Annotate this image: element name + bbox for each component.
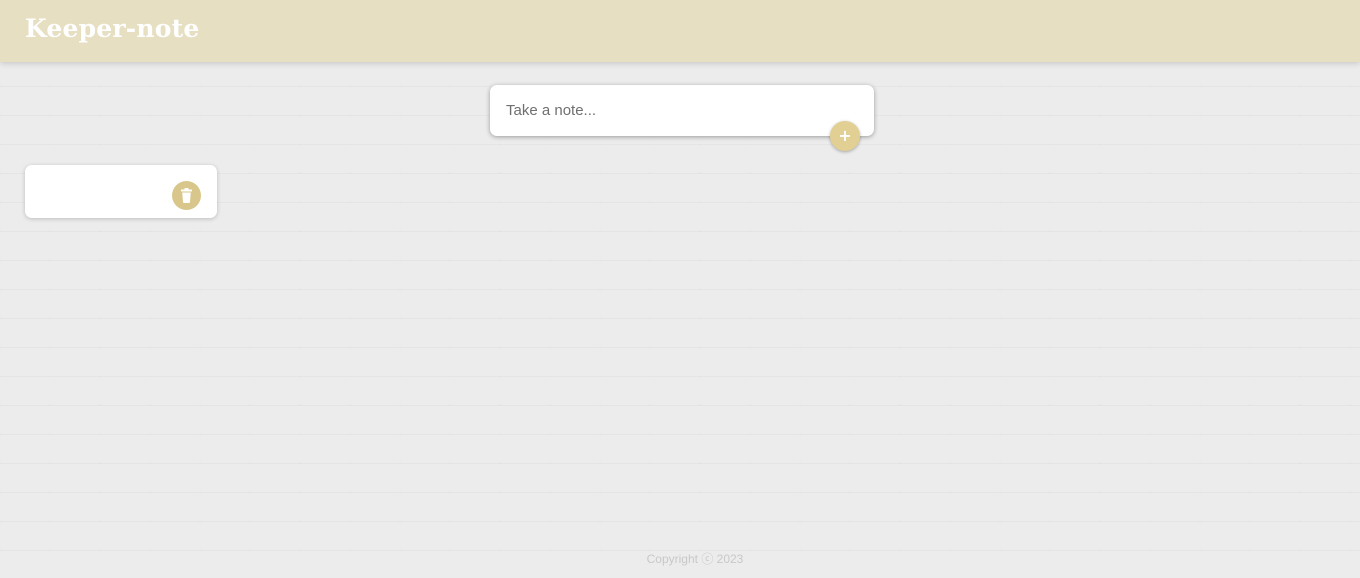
note-input[interactable] — [490, 85, 874, 136]
plus-icon: + — [838, 126, 852, 145]
add-note-button[interactable]: + — [830, 121, 860, 151]
note-card — [25, 165, 217, 218]
copyright-text: Copyright ⓒ 2023 — [646, 552, 744, 566]
create-note-form: + — [490, 85, 874, 151]
footer: Copyright ⓒ 2023 — [0, 550, 1360, 567]
trash-icon — [181, 188, 192, 203]
app-title: Keeper-note — [25, 14, 200, 43]
delete-note-button[interactable] — [172, 181, 201, 210]
app-header: Keeper-note — [0, 0, 1360, 62]
